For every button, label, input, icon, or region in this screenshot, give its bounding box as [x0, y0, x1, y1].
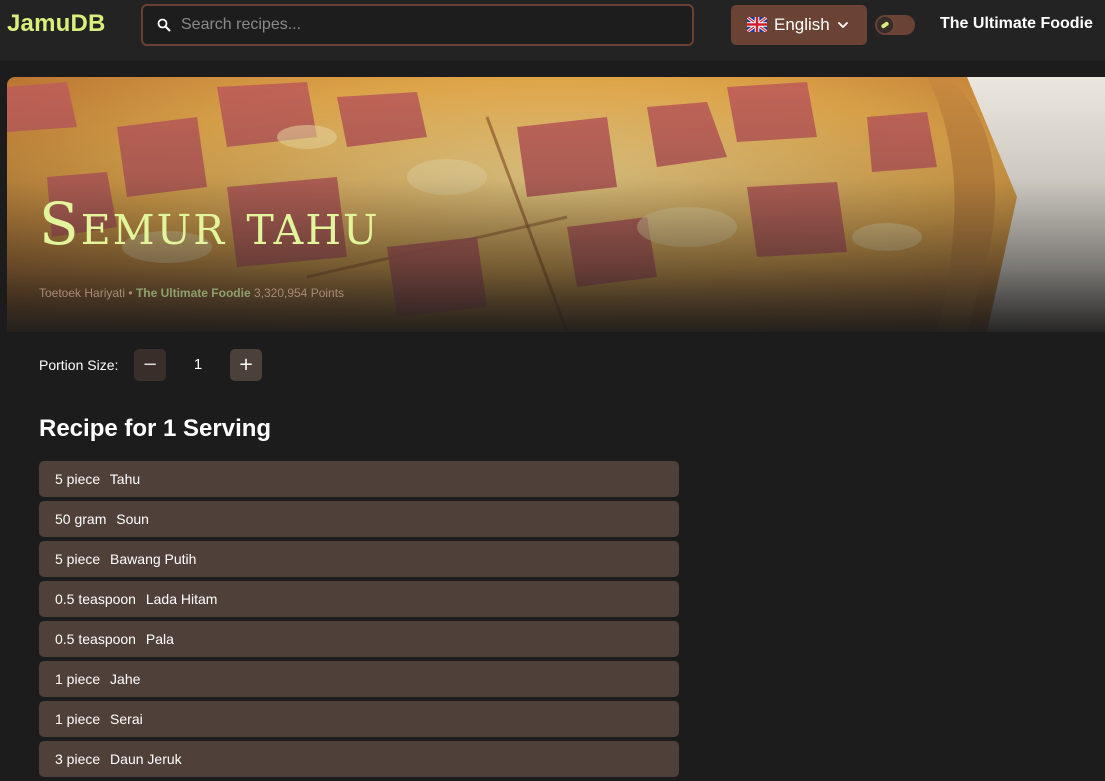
increase-portion-button[interactable]: +	[230, 349, 262, 381]
pill-icon	[878, 18, 892, 32]
author-badge: The Ultimate Foodie	[135, 286, 251, 300]
user-title[interactable]: The Ultimate Foodie	[940, 15, 1093, 33]
ingredient-item: 0.5 teaspoon Pala	[39, 621, 679, 657]
ingredient-name: Serai	[110, 711, 143, 727]
decrease-portion-button[interactable]: −	[134, 349, 166, 381]
ingredient-quantity: 5 piece	[55, 471, 101, 487]
ingredient-quantity: 3 piece	[55, 751, 101, 767]
portion-size-label: Portion Size:	[39, 357, 119, 373]
ingredient-item: 1 piece Jahe	[39, 661, 679, 697]
ingredient-list: 5 piece Tahu 50 gram Soun 5 piece Bawang…	[39, 461, 679, 781]
ingredient-item: 5 piece Bawang Putih	[39, 541, 679, 577]
ingredient-name: Lada Hitam	[145, 591, 218, 607]
ingredient-quantity: 0.5 teaspoon	[55, 631, 136, 647]
author-points: 3,320,954 Points	[253, 286, 345, 300]
top-nav: JamuDB English The Ultimate Foodie	[0, 0, 1105, 61]
ingredient-quantity: 50 gram	[55, 511, 107, 527]
ingredient-item: 3 piece Daun Jeruk	[39, 741, 679, 777]
ingredient-item: 1 piece Serai	[39, 701, 679, 737]
theme-toggle[interactable]	[875, 15, 915, 35]
ingredient-name: Bawang Putih	[110, 551, 197, 567]
language-selector[interactable]: English	[731, 5, 867, 45]
language-label: English	[774, 15, 830, 34]
ingredient-name: Jahe	[110, 671, 141, 687]
ingredient-quantity: 5 piece	[55, 551, 101, 567]
toggle-knob	[877, 17, 893, 33]
ingredient-name: Pala	[145, 631, 174, 647]
ingredient-item: 5 piece Tahu	[39, 461, 679, 497]
uk-flag-icon	[747, 17, 767, 32]
ingredient-quantity: 1 piece	[55, 671, 101, 687]
recipe-title: Semur tahu	[39, 190, 380, 258]
chevron-down-icon	[838, 22, 848, 28]
ingredient-name: Tahu	[109, 471, 141, 487]
byline-separator: •	[128, 286, 133, 300]
ingredient-quantity: 1 piece	[55, 711, 101, 727]
ingredient-name: Daun Jeruk	[110, 751, 182, 767]
portion-value: 1	[193, 356, 203, 373]
ingredient-item: 0.5 teaspoon Lada Hitam	[39, 581, 679, 617]
logo[interactable]: JamuDB	[7, 10, 106, 38]
ingredient-quantity: 0.5 teaspoon	[55, 591, 136, 607]
ingredient-name: Soun	[116, 511, 149, 527]
author-name[interactable]: Toetoek Hariyati	[39, 286, 125, 300]
recipe-hero: Semur tahu Toetoek Hariyati • The Ultima…	[7, 77, 1105, 332]
recipe-serving-heading: Recipe for 1 Serving	[39, 415, 272, 442]
search-input[interactable]	[179, 8, 679, 42]
search-box[interactable]	[141, 4, 694, 46]
ingredient-item: 50 gram Soun	[39, 501, 679, 537]
search-icon	[157, 18, 171, 32]
recipe-byline: Toetoek Hariyati • The Ultimate Foodie 3…	[39, 286, 344, 300]
